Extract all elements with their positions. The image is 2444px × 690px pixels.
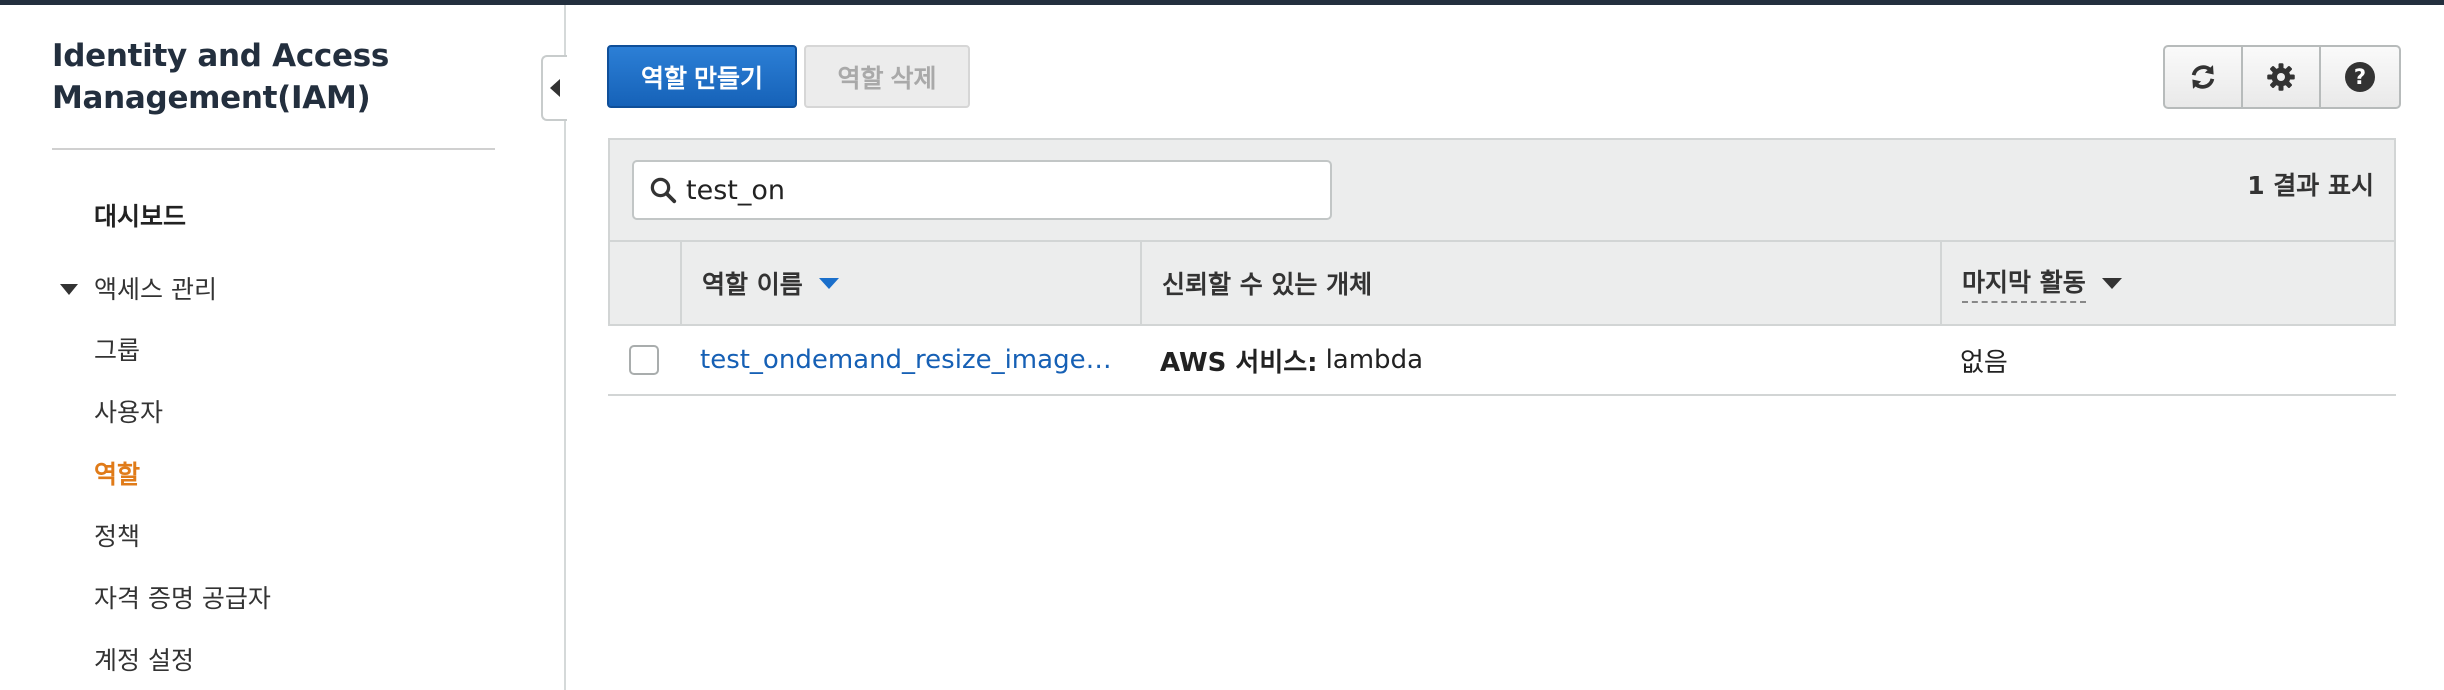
row-checkbox[interactable] [629, 345, 659, 375]
last-activity-value: 없음 [1960, 347, 2008, 378]
sort-descending-icon [818, 277, 839, 289]
sidebar-divider [52, 148, 495, 150]
caret-down-icon [60, 283, 78, 295]
sidebar-item-policies[interactable]: 정책 [94, 517, 140, 553]
trusted-entity-type: AWS 서비스: [1160, 347, 1318, 378]
delete-role-button[interactable]: 역할 삭제 [804, 45, 970, 108]
sidebar: Identity and Access Management(IAM) 대시보드… [0, 5, 566, 690]
role-name-link[interactable]: test_ondemand_resize_image_role [700, 345, 1120, 375]
help-icon: ? [2345, 62, 2375, 92]
settings-button[interactable] [2243, 47, 2321, 107]
service-title-line1: Identity and Access [52, 38, 390, 74]
search-icon [650, 177, 677, 204]
sidebar-item-identity-providers[interactable]: 자격 증명 공급자 [94, 579, 271, 615]
last-activity-cell: 없음 [1940, 326, 2396, 394]
header-trusted-entities-label: 신뢰할 수 있는 개체 [1162, 270, 1373, 299]
header-select-column [610, 242, 682, 324]
sidebar-item-users[interactable]: 사용자 [94, 393, 163, 429]
gear-icon [2267, 63, 2295, 91]
header-last-activity[interactable]: 마지막 활동 [1942, 242, 2394, 324]
sidebar-section-access-management[interactable]: 액세스 관리 [60, 270, 217, 306]
create-role-button[interactable]: 역할 만들기 [607, 45, 797, 108]
sidebar-item-groups[interactable]: 그룹 [94, 331, 140, 367]
role-name-cell: test_ondemand_resize_image_role [680, 326, 1140, 394]
trusted-entity-value: lambda [1325, 345, 1424, 375]
trusted-entity-cell: AWS 서비스: lambda [1140, 326, 1940, 394]
header-last-activity-label: 마지막 활동 [1962, 263, 2086, 303]
row-select-cell [608, 326, 680, 394]
table-header: 역할 이름 신뢰할 수 있는 개체 마지막 활동 [608, 240, 2396, 326]
sidebar-item-dashboard[interactable]: 대시보드 [94, 197, 186, 233]
header-role-name-label: 역할 이름 [702, 270, 803, 299]
sidebar-item-roles[interactable]: 역할 [94, 455, 140, 491]
result-count: 1 결과 표시 [2247, 171, 2374, 200]
toolbar-icon-group: ? [2163, 45, 2401, 109]
chevron-left-icon [550, 79, 560, 97]
refresh-button[interactable] [2165, 47, 2243, 107]
service-title[interactable]: Identity and Access Management(IAM) [52, 35, 492, 119]
search-input[interactable] [686, 174, 1286, 206]
service-title-line2: Management(IAM) [52, 80, 371, 116]
sidebar-item-account-settings[interactable]: 계정 설정 [94, 641, 194, 677]
search-field[interactable] [632, 160, 1332, 220]
refresh-icon [2191, 65, 2215, 89]
sidebar-section-label: 액세스 관리 [94, 275, 217, 304]
sidebar-collapse-toggle[interactable] [541, 55, 567, 121]
header-trusted-entities[interactable]: 신뢰할 수 있는 개체 [1142, 242, 1942, 324]
help-button[interactable]: ? [2321, 47, 2399, 107]
sort-caret-icon [2101, 277, 2122, 289]
table-filter-bar: 1 결과 표시 [608, 138, 2396, 242]
table-row[interactable]: test_ondemand_resize_image_role AWS 서비스:… [608, 326, 2396, 396]
header-role-name[interactable]: 역할 이름 [682, 242, 1142, 324]
